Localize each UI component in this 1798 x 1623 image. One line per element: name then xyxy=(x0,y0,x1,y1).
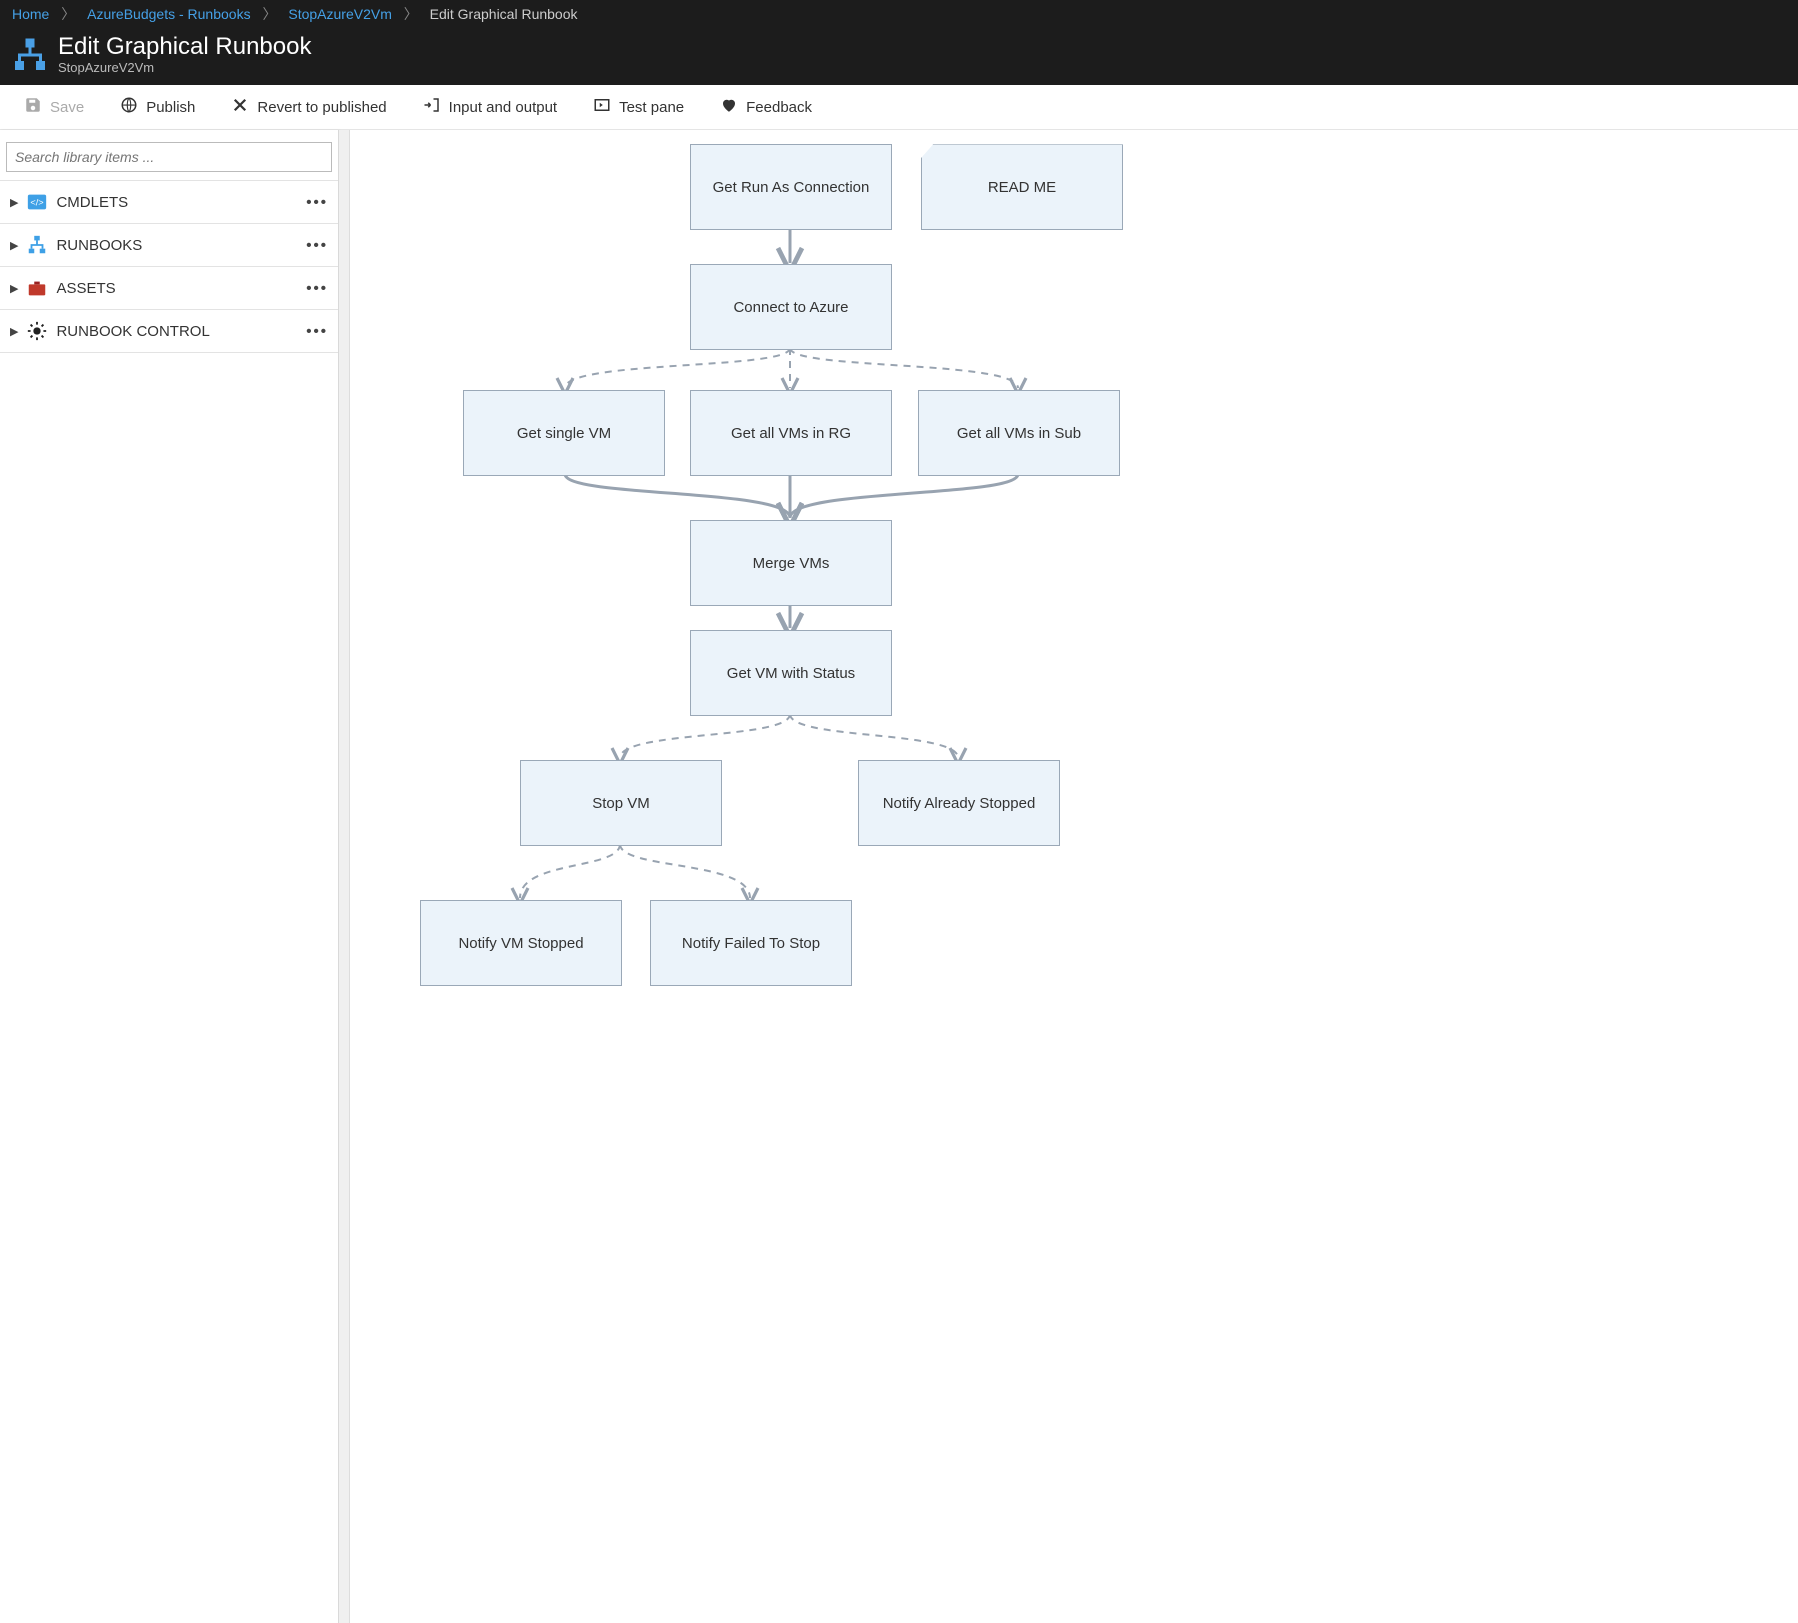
node-notify-already-stopped[interactable]: Notify Already Stopped xyxy=(858,760,1060,846)
breadcrumb-current: Edit Graphical Runbook xyxy=(430,6,578,22)
canvas[interactable]: Get Run As Connection READ ME Connect to… xyxy=(350,130,1798,1623)
runbook-icon xyxy=(12,37,48,73)
breadcrumb: Home 〉 AzureBudgets - Runbooks 〉 StopAzu… xyxy=(0,0,1798,28)
revert-label: Revert to published xyxy=(257,99,386,116)
control-icon xyxy=(26,320,48,342)
library-item-runbooks[interactable]: ▶ RUNBOOKS ••• xyxy=(0,223,338,266)
more-icon[interactable]: ••• xyxy=(306,194,328,211)
node-connect-azure[interactable]: Connect to Azure xyxy=(690,264,892,350)
node-get-vms-sub[interactable]: Get all VMs in Sub xyxy=(918,390,1120,476)
library-item-cmdlets[interactable]: ▶ </> CMDLETS ••• xyxy=(0,180,338,223)
sidebar-resize-handle[interactable] xyxy=(339,130,350,1623)
chevron-right-icon: ▶ xyxy=(10,282,18,295)
test-button[interactable]: Test pane xyxy=(587,95,690,119)
io-label: Input and output xyxy=(449,99,557,116)
breadcrumb-stopvm[interactable]: StopAzureV2Vm xyxy=(288,6,392,22)
library-item-label: ASSETS xyxy=(56,280,115,297)
save-icon xyxy=(24,96,42,118)
feedback-button[interactable]: Feedback xyxy=(714,95,818,119)
svg-text:</>: </> xyxy=(31,198,44,208)
save-label: Save xyxy=(50,99,84,116)
publish-label: Publish xyxy=(146,99,195,116)
library-item-label: CMDLETS xyxy=(56,194,128,211)
publish-button[interactable]: Publish xyxy=(114,95,201,119)
test-label: Test pane xyxy=(619,99,684,116)
search-input[interactable] xyxy=(6,142,332,172)
more-icon[interactable]: ••• xyxy=(306,237,328,254)
library-item-label: RUNBOOK CONTROL xyxy=(56,323,209,340)
library-item-label: RUNBOOKS xyxy=(56,237,142,254)
publish-icon xyxy=(120,96,138,118)
page-subtitle: StopAzureV2Vm xyxy=(58,60,311,75)
page-header: Edit Graphical Runbook StopAzureV2Vm xyxy=(0,28,1798,85)
revert-button[interactable]: Revert to published xyxy=(225,95,392,119)
library-item-assets[interactable]: ▶ ASSETS ••• xyxy=(0,266,338,309)
more-icon[interactable]: ••• xyxy=(306,280,328,297)
main-area: ▶ </> CMDLETS ••• ▶ RUNBOOKS ••• ▶ ASSETS ••• ▶ RUN… xyxy=(0,130,1798,1623)
chevron-right-icon: ▶ xyxy=(10,239,18,252)
io-button[interactable]: Input and output xyxy=(417,95,563,119)
page-title: Edit Graphical Runbook xyxy=(58,34,311,60)
node-merge-vms[interactable]: Merge VMs xyxy=(690,520,892,606)
feedback-label: Feedback xyxy=(746,99,812,116)
assets-icon xyxy=(26,277,48,299)
sidebar: ▶ </> CMDLETS ••• ▶ RUNBOOKS ••• ▶ ASSETS ••• ▶ RUN… xyxy=(0,130,339,1623)
chevron-right-icon: ▶ xyxy=(10,325,18,338)
more-icon[interactable]: ••• xyxy=(306,323,328,340)
chevron-right-icon: ▶ xyxy=(10,196,18,209)
save-button: Save xyxy=(18,95,90,119)
runbooks-icon xyxy=(26,234,48,256)
feedback-icon xyxy=(720,96,738,118)
toolbar: Save Publish Revert to published Input a… xyxy=(0,85,1798,130)
node-notify-failed[interactable]: Notify Failed To Stop xyxy=(650,900,852,986)
node-notify-vm-stopped[interactable]: Notify VM Stopped xyxy=(420,900,622,986)
cmdlets-icon: </> xyxy=(26,191,48,213)
node-get-single-vm[interactable]: Get single VM xyxy=(463,390,665,476)
breadcrumb-home[interactable]: Home xyxy=(12,6,49,22)
library-item-control[interactable]: ▶ RUNBOOK CONTROL ••• xyxy=(0,309,338,353)
node-get-run-as[interactable]: Get Run As Connection xyxy=(690,144,892,230)
node-get-vm-status[interactable]: Get VM with Status xyxy=(690,630,892,716)
chevron-right-icon: 〉 xyxy=(404,6,418,22)
revert-icon xyxy=(231,96,249,118)
breadcrumb-runbooks[interactable]: AzureBudgets - Runbooks xyxy=(87,6,250,22)
io-icon xyxy=(423,96,441,118)
test-icon xyxy=(593,96,611,118)
chevron-right-icon: 〉 xyxy=(262,6,276,22)
chevron-right-icon: 〉 xyxy=(61,6,75,22)
node-readme[interactable]: READ ME xyxy=(921,144,1123,230)
node-get-vms-rg[interactable]: Get all VMs in RG xyxy=(690,390,892,476)
node-stop-vm[interactable]: Stop VM xyxy=(520,760,722,846)
